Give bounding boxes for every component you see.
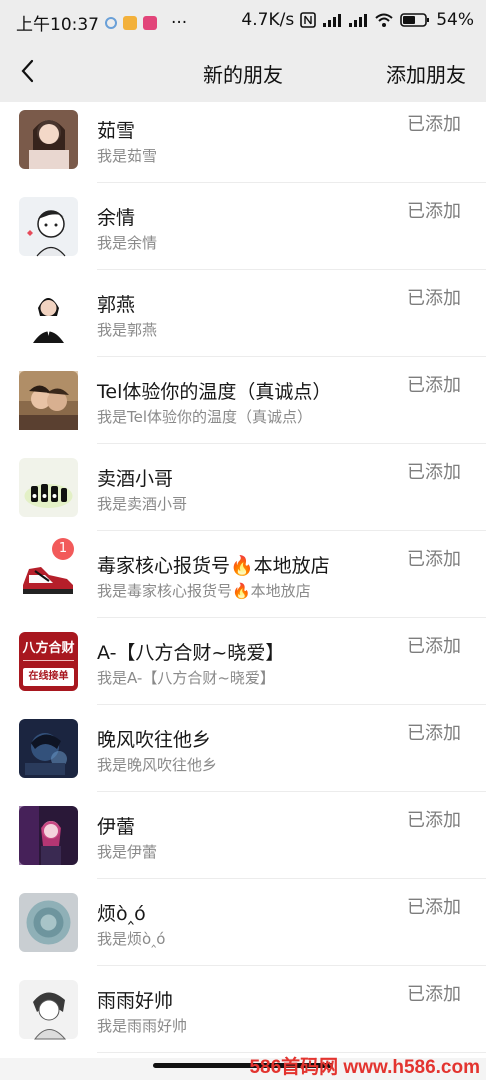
friend-name: 郭燕 <box>97 294 136 316</box>
divider <box>97 443 486 444</box>
added-status: 已添加 <box>407 723 461 744</box>
divider <box>97 878 486 879</box>
added-status: 已添加 <box>407 114 461 135</box>
friend-name: 毒家核心报货号🔥本地放店 <box>97 555 330 577</box>
friend-name: A-【八方合财~晓爱】 <box>97 642 285 664</box>
nfc-icon <box>300 12 317 28</box>
network-speed: 4.7K/s <box>241 10 295 30</box>
more-dots: ··· <box>171 12 188 33</box>
wifi-icon <box>375 13 393 27</box>
added-status: 已添加 <box>407 897 461 918</box>
friend-row[interactable]: 郭燕 我是郭燕 已添加 <box>0 276 486 363</box>
friend-message: 我是伊蕾 <box>97 843 158 861</box>
portrait-avatar[interactable] <box>19 284 78 343</box>
added-status: 已添加 <box>407 984 461 1005</box>
text-avatar[interactable]: 八方合财 在线接单 <box>19 632 78 691</box>
divider <box>97 791 486 792</box>
unread-badge: 1 <box>52 538 74 560</box>
friend-row[interactable]: 卖酒小哥 我是卖酒小哥 已添加 <box>0 450 486 537</box>
friend-row[interactable]: Tel体验你的温度（真诚点） 我是Tel体验你的温度（真诚点） 已添加 <box>0 363 486 450</box>
nav-bar: 新的朋友 添加朋友 <box>0 42 486 102</box>
cloud-icon <box>105 16 117 29</box>
divider <box>97 356 486 357</box>
friend-name: 烦ò‸ó <box>97 903 146 925</box>
friend-row[interactable]: 1 毒家核心报货号🔥本地放店 我是毒家核心报货号🔥本地放店 已添加 <box>0 537 486 624</box>
friend-row[interactable]: 晚风吹往他乡 我是晚风吹往他乡 已添加 <box>0 711 486 798</box>
divider <box>97 704 486 705</box>
photo-avatar[interactable] <box>19 110 78 169</box>
avatar-text-top: 八方合财 <box>22 641 75 656</box>
couple-avatar[interactable] <box>19 371 78 430</box>
neon-avatar[interactable] <box>19 806 78 865</box>
friend-message: 我是A-【八方合财~晓爱】 <box>97 669 275 687</box>
cup-avatar[interactable] <box>19 893 78 952</box>
status-left: 上午10:37 ··· <box>16 10 188 36</box>
divider <box>97 965 486 966</box>
battery-level: 54% <box>436 10 474 30</box>
added-status: 已添加 <box>407 462 461 483</box>
avatar-text-bottom: 在线接单 <box>23 668 74 686</box>
avatar-line <box>23 660 74 661</box>
friend-name: 伊蕾 <box>97 816 136 838</box>
battery-icon <box>400 13 430 27</box>
added-status: 已添加 <box>407 201 461 222</box>
added-status: 已添加 <box>407 288 461 309</box>
added-status: 已添加 <box>407 810 461 831</box>
friend-message: 我是Tel体验你的温度（真诚点） <box>97 408 313 426</box>
friend-message: 我是余情 <box>97 234 158 252</box>
divider <box>97 530 486 531</box>
friend-name: 茹雪 <box>97 120 136 142</box>
friend-message: 我是郭燕 <box>97 321 158 339</box>
friend-name: 卖酒小哥 <box>97 468 174 490</box>
status-time: 上午10:37 <box>16 15 99 35</box>
friend-row[interactable]: 雨雨好帅 我是雨雨好帅 已添加 <box>0 972 486 1059</box>
cartoon-avatar[interactable] <box>19 197 78 257</box>
add-friend-button[interactable]: 添加朋友 <box>386 59 466 88</box>
sketch-avatar[interactable] <box>19 980 78 1040</box>
friend-row[interactable]: 八方合财 在线接单 A-【八方合财~晓爱】 我是A-【八方合财~晓爱】 已添加 <box>0 624 486 711</box>
app-icon-2 <box>143 15 157 30</box>
signal-icon-1 <box>323 14 342 27</box>
anime-avatar[interactable] <box>19 719 78 778</box>
friend-row[interactable]: 伊蕾 我是伊蕾 已添加 <box>0 798 486 885</box>
watermark: 586首码网 www.h586.com <box>249 1057 480 1078</box>
friend-message: 我是晚风吹往他乡 <box>97 756 218 774</box>
friend-message: 我是毒家核心报货号🔥本地放店 <box>97 582 311 600</box>
friend-name: 晚风吹往他乡 <box>97 729 212 751</box>
added-status: 已添加 <box>407 375 461 396</box>
divider <box>97 269 486 270</box>
bottles-avatar[interactable] <box>19 458 78 517</box>
friend-message: 我是茹雪 <box>97 147 158 165</box>
friend-message: 我是烦ò‸ó <box>97 930 166 948</box>
divider <box>97 617 486 618</box>
friend-row[interactable]: 烦ò‸ó 我是烦ò‸ó 已添加 <box>0 885 486 972</box>
friend-name: 余情 <box>97 207 136 229</box>
friend-name: Tel体验你的温度（真诚点） <box>97 381 332 403</box>
status-right: 4.7K/s 54% <box>241 10 474 30</box>
added-status: 已添加 <box>407 549 461 570</box>
friend-row[interactable]: 茹雪 我是茹雪 已添加 <box>0 102 486 189</box>
divider <box>97 182 486 183</box>
friend-name: 雨雨好帅 <box>97 990 174 1012</box>
status-bar: 上午10:37 ··· 4.7K/s 54% <box>0 0 486 42</box>
signal-icon-2 <box>349 14 368 27</box>
friend-message: 我是卖酒小哥 <box>97 495 188 513</box>
app-icon <box>123 15 137 30</box>
friend-message: 我是雨雨好帅 <box>97 1017 188 1035</box>
added-status: 已添加 <box>407 636 461 657</box>
friend-row[interactable]: 余情 我是余情 已添加 <box>0 189 486 276</box>
